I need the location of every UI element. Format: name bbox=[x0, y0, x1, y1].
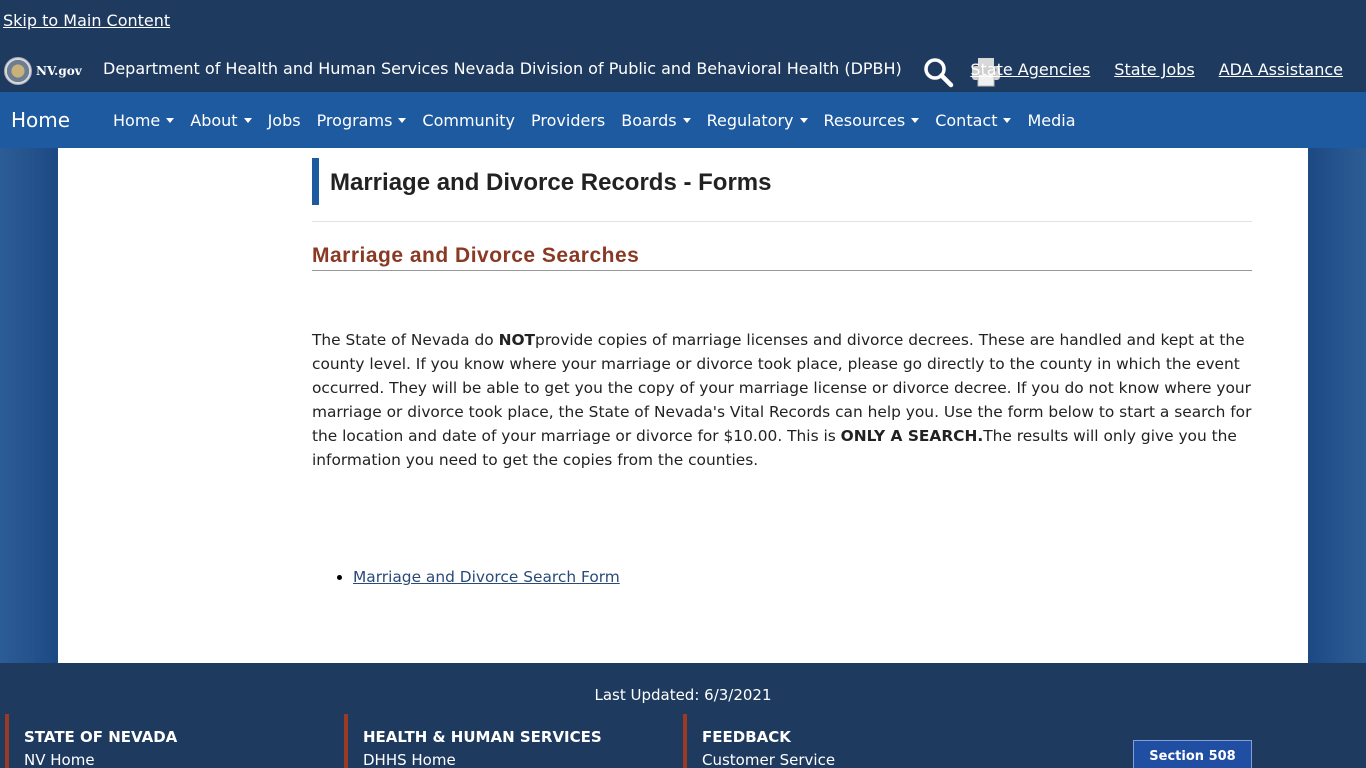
footer-heading-feedback: FEEDBACK bbox=[702, 728, 791, 746]
last-updated: Last Updated: 6/3/2021 bbox=[594, 686, 772, 704]
nav-item-label: Boards bbox=[621, 110, 677, 130]
caret-down-icon bbox=[166, 117, 175, 123]
utility-links: State Agencies State Jobs ADA Assistance bbox=[970, 60, 1343, 79]
nav-item-label: Resources bbox=[823, 110, 906, 130]
nav-item-label: Community bbox=[422, 110, 516, 130]
nav-item-label: Programs bbox=[316, 110, 393, 130]
footer-column-feedback: FEEDBACK Customer Service bbox=[683, 714, 835, 768]
caret-down-icon bbox=[1003, 117, 1012, 123]
section-508-badge[interactable]: Section 508 bbox=[1133, 740, 1252, 768]
skip-to-main-link[interactable]: Skip to Main Content bbox=[3, 11, 170, 30]
main-nav: Home Home About Jobs Programs Community Provi… bbox=[0, 92, 1366, 148]
caret-down-icon bbox=[682, 117, 691, 123]
section-heading: Marriage and Divorce Searches bbox=[312, 244, 1252, 271]
search-icon[interactable] bbox=[922, 56, 954, 88]
caret-down-icon bbox=[911, 117, 920, 123]
body-paragraph: The State of Nevada do NOTprovide copies… bbox=[312, 328, 1256, 472]
nav-item-home[interactable]: Home bbox=[105, 111, 182, 130]
state-jobs-link[interactable]: State Jobs bbox=[1114, 60, 1194, 79]
nv-home-link[interactable]: NV Home bbox=[24, 751, 177, 768]
footer-column-state: STATE OF NEVADA NV Home bbox=[5, 714, 177, 768]
nav-item-boards[interactable]: Boards bbox=[613, 111, 698, 130]
nav-item-contact[interactable]: Contact bbox=[927, 111, 1019, 130]
page-title: Marriage and Divorce Records - Forms bbox=[330, 169, 772, 196]
nav-brand-home[interactable]: Home bbox=[11, 108, 105, 132]
nav-item-label: Home bbox=[113, 110, 161, 130]
nav-item-label: About bbox=[190, 110, 238, 130]
nav-item-label: Jobs bbox=[267, 110, 301, 130]
nv-gov-logo[interactable]: NV.gov bbox=[4, 56, 82, 86]
nav-item-label: Providers bbox=[531, 110, 606, 130]
caret-down-icon bbox=[398, 117, 407, 123]
nav-item-regulatory[interactable]: Regulatory bbox=[699, 111, 816, 130]
footer: Last Updated: 6/3/2021 STATE OF NEVADA N… bbox=[0, 663, 1366, 768]
nav-item-programs[interactable]: Programs bbox=[309, 111, 415, 130]
body-bold-not: NOT bbox=[498, 331, 536, 349]
page-title-container: Marriage and Divorce Records - Forms bbox=[312, 158, 1252, 222]
footer-heading-state: STATE OF NEVADA bbox=[24, 728, 178, 746]
nav-item-label: Media bbox=[1027, 110, 1076, 130]
customer-service-link[interactable]: Customer Service bbox=[702, 751, 835, 768]
caret-down-icon bbox=[799, 117, 808, 123]
marriage-divorce-search-form-link[interactable]: Marriage and Divorce Search Form bbox=[353, 568, 620, 586]
dhhs-home-link[interactable]: DHHS Home bbox=[363, 751, 602, 768]
forms-link-list: Marriage and Divorce Search Form bbox=[333, 568, 620, 586]
nav-item-about[interactable]: About bbox=[182, 111, 259, 130]
nav-item-media[interactable]: Media bbox=[1019, 111, 1083, 130]
nav-item-providers[interactable]: Providers bbox=[523, 111, 613, 130]
nav-item-community[interactable]: Community bbox=[414, 111, 523, 130]
page-title-accent-bar bbox=[312, 158, 319, 205]
nav-item-label: Regulatory bbox=[706, 110, 794, 130]
nv-gov-logo-text: NV.gov bbox=[36, 64, 82, 78]
ada-assistance-link[interactable]: ADA Assistance bbox=[1219, 60, 1343, 79]
nav-item-label: Contact bbox=[935, 110, 998, 130]
footer-column-dhhs: HEALTH & HUMAN SERVICES DHHS Home bbox=[344, 714, 602, 768]
body-bold-only-search: ONLY A SEARCH. bbox=[840, 427, 984, 445]
nevada-seal-icon bbox=[4, 57, 32, 85]
nav-item-resources[interactable]: Resources bbox=[816, 111, 928, 130]
footer-heading-dhhs: HEALTH & HUMAN SERVICES bbox=[363, 728, 602, 746]
caret-down-icon bbox=[243, 117, 252, 123]
nav-item-jobs[interactable]: Jobs bbox=[260, 111, 309, 130]
state-agencies-link[interactable]: State Agencies bbox=[970, 60, 1090, 79]
agency-title[interactable]: Department of Health and Human Services … bbox=[103, 59, 902, 78]
top-header: Skip to Main Content NV.gov Department o… bbox=[0, 0, 1366, 92]
list-item: Marriage and Divorce Search Form bbox=[353, 568, 620, 586]
body-text-1: The State of Nevada do bbox=[312, 331, 499, 349]
nav-items: Home About Jobs Programs Community Providers B… bbox=[105, 111, 1084, 130]
